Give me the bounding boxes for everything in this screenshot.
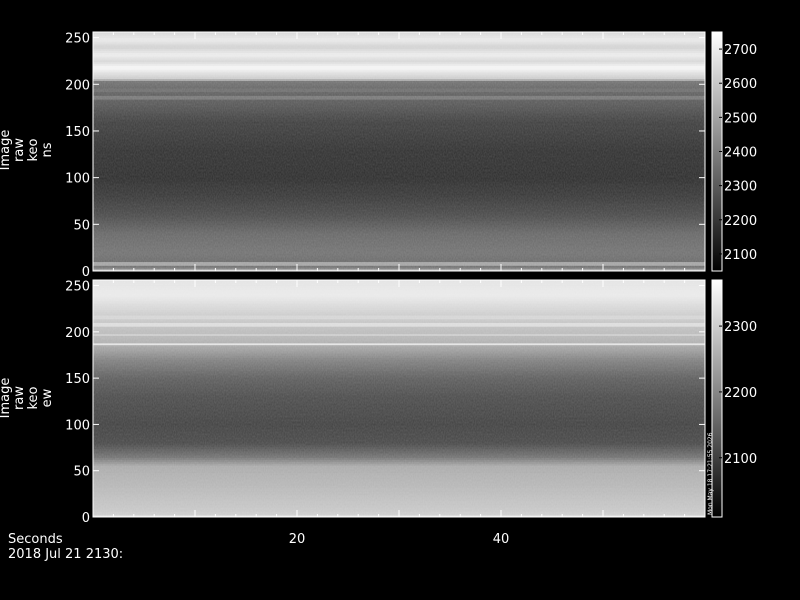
colorbar-timestamp: Mon May 18 17:21:55 2026 (707, 432, 714, 515)
y-label-line: ew (40, 388, 55, 407)
colorbar-tick-label: 2700 (724, 43, 757, 58)
y-tick-label: 200 (65, 326, 90, 341)
y-tick-label: 50 (73, 218, 90, 233)
y-tick-label: 50 (73, 465, 90, 480)
colorbar-tick-label: 2200 (724, 214, 757, 229)
y-label-line: raw (12, 386, 27, 410)
noise-overlay (93, 280, 705, 517)
y-tick-label: 150 (65, 372, 90, 387)
y-tick-label: 100 (65, 418, 90, 433)
y-axis-label-ew: Image raw keo ew (0, 378, 55, 419)
y-tick-label: 100 (65, 172, 90, 187)
y-label-line: ns (40, 142, 55, 157)
x-tick-label: 40 (493, 532, 510, 547)
y-tick-label: 250 (65, 32, 90, 47)
keogram-noise-ew (93, 280, 705, 517)
keogram-panel-ew: Image raw keo ew 0 50 100 150 200 250 20 40 21… (0, 279, 757, 547)
x-tick-label: 20 (289, 532, 306, 547)
y-label-line: raw (12, 138, 27, 162)
y-tick-label: 200 (65, 78, 90, 93)
colorbar-tick-label: 2600 (724, 77, 757, 92)
colorbar-tick-label: 2100 (724, 248, 757, 263)
colorbar-ticks-ns: 2100 2200 2300 2400 2500 2600 2700 (719, 43, 757, 263)
y-axis-label-ns: Image raw keo ns (0, 130, 55, 171)
colorbar-tick-label: 2200 (724, 386, 757, 401)
colorbar-tick-label: 2100 (724, 452, 757, 467)
date-label: 2018 Jul 21 2130: (8, 547, 123, 562)
colorbar-tick-label: 2300 (724, 320, 757, 335)
y-tick-label: 150 (65, 125, 90, 140)
keogram-figure: Image raw keo ns 050100150200250 2100220… (0, 31, 757, 562)
x-axis-name: Seconds (8, 532, 63, 547)
y-tick-label: 250 (65, 280, 90, 295)
noise-overlay (93, 32, 705, 271)
y-label-line: keo (26, 138, 41, 161)
keogram-noise-ns (93, 32, 705, 271)
colorbar-ticks-ew: 2100 2200 2300 (719, 320, 757, 467)
colorbar-tick-label: 2300 (724, 180, 757, 195)
y-tick-label: 0 (82, 265, 90, 280)
colorbar-tick-label: 2400 (724, 146, 757, 161)
y-tick-label: 0 (82, 511, 90, 526)
keogram-panel-ns: Image raw keo ns 0 50 100 150 200 250 2100 220… (0, 31, 757, 280)
y-label-line: keo (26, 386, 41, 409)
colorbar-tick-label: 2500 (724, 111, 757, 126)
